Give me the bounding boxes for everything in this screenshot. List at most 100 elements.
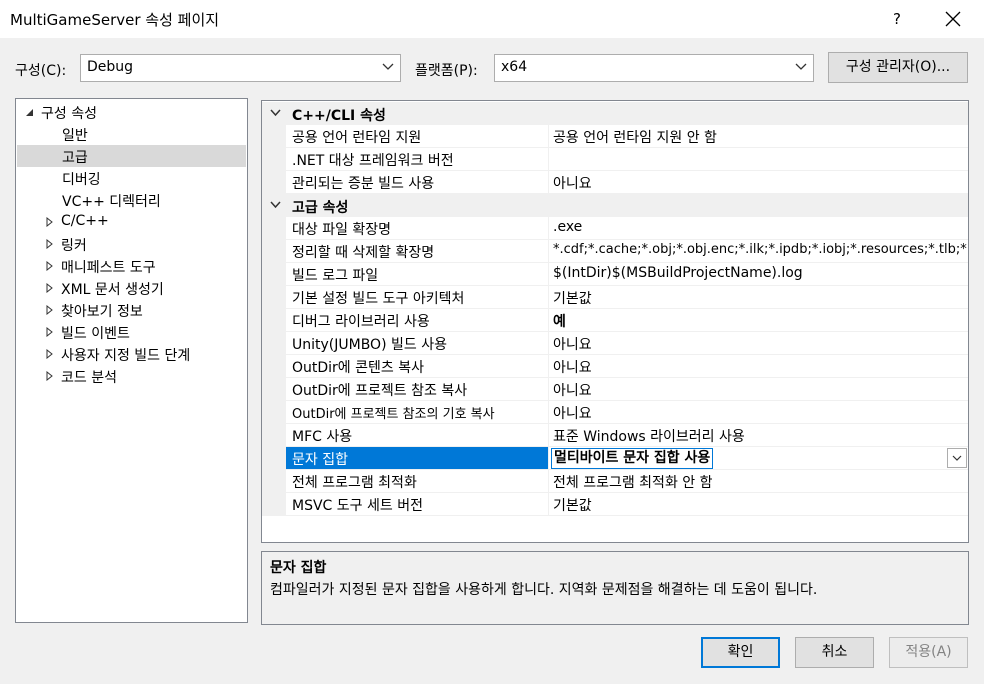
property-name-text: MFC 사용 [292, 429, 353, 445]
property-row[interactable]: 정리할 때 삭제할 확장명 *.cdf;*.cache;*.obj;*.obj.… [262, 240, 968, 263]
property-row[interactable]: 기본 설정 빌드 도구 아키텍처 기본값 [262, 286, 968, 309]
tree-item-general[interactable]: 일반 [17, 123, 246, 145]
property-name-text: 기본 설정 빌드 도구 아키텍처 [292, 291, 465, 307]
property-name-text: 전체 프로그램 최적화 [292, 475, 417, 491]
property-name-text: .NET 대상 프레임워크 버전 [292, 153, 454, 169]
property-name-text: OutDir에 프로젝트 참조 복사 [292, 383, 468, 399]
category-advanced-properties[interactable]: 고급 속성 [262, 194, 968, 217]
property-value[interactable]: *.cdf;*.cache;*.obj;*.obj.enc;*.ilk;*.ip… [549, 240, 968, 263]
tree-item-linker[interactable]: 링커 [17, 233, 246, 255]
property-name: .NET 대상 프레임워크 버전 [286, 148, 549, 171]
property-row[interactable]: 대상 파일 확장명 .exe [262, 217, 968, 240]
chevron-down-icon [382, 63, 394, 70]
property-value[interactable]: 아니요 [549, 171, 968, 194]
platform-select-value: x64 [501, 59, 528, 75]
apply-button[interactable]: 적용(A) [889, 637, 968, 668]
property-value[interactable]: 아니요 [549, 355, 968, 378]
property-name-text: Unity(JUMBO) 빌드 사용 [292, 337, 447, 353]
property-value-text: 아니요 [553, 176, 592, 192]
property-value[interactable]: 전체 프로그램 최적화 안 함 [549, 470, 968, 493]
property-value[interactable]: 표준 Windows 라이브러리 사용 [549, 424, 968, 447]
tree-item-custom-build-step[interactable]: 사용자 지정 빌드 단계 [17, 343, 246, 365]
config-select[interactable]: Debug [80, 54, 401, 82]
property-value-text: 예 [553, 314, 566, 330]
property-name: 대상 파일 확장명 [286, 217, 549, 240]
row-gutter [262, 332, 286, 355]
property-name-text: 빌드 로그 파일 [292, 268, 379, 284]
tree-item-code-analysis[interactable]: 코드 분석 [17, 365, 246, 387]
property-row[interactable]: OutDir에 프로젝트 참조 복사 아니요 [262, 378, 968, 401]
collapsed-triangle-icon [46, 371, 53, 381]
property-value[interactable]: 기본값 [549, 286, 968, 309]
property-row[interactable]: .NET 대상 프레임워크 버전 [262, 148, 968, 171]
property-row[interactable]: 공용 언어 런타임 지원 공용 언어 런타임 지원 안 함 [262, 125, 968, 148]
property-name-text: 대상 파일 확장명 [292, 222, 392, 238]
tree-item-label: VC++ 디렉터리 [62, 194, 161, 210]
property-value-text: 기본값 [553, 498, 592, 514]
property-value[interactable]: 아니요 [549, 378, 968, 401]
property-name: OutDir에 프로젝트 참조 복사 [286, 378, 549, 401]
tree-item-xml-doc-generator[interactable]: XML 문서 생성기 [17, 277, 246, 299]
property-row[interactable]: MFC 사용 표준 Windows 라이브러리 사용 [262, 424, 968, 447]
close-button[interactable] [938, 4, 968, 34]
property-row[interactable]: 전체 프로그램 최적화 전체 프로그램 최적화 안 함 [262, 470, 968, 493]
property-row[interactable]: OutDir에 프로젝트 참조의 기호 복사 아니요 [262, 401, 968, 424]
property-value[interactable]: .exe [549, 217, 968, 240]
tree-item-manifest-tool[interactable]: 매니페스트 도구 [17, 255, 246, 277]
category-cpp-cli[interactable]: C++/CLI 속성 [262, 102, 968, 125]
property-row[interactable]: 관리되는 증분 빌드 사용 아니요 [262, 171, 968, 194]
row-gutter [262, 171, 286, 194]
property-tree: 구성 속성 일반 고급 디버깅 VC++ 디렉터리 C/C++ 링커 매니페스트… [15, 98, 248, 623]
property-value-editor[interactable]: 멀티바이트 문자 집합 사용 [551, 448, 714, 469]
property-name-text: 관리되는 증분 빌드 사용 [292, 176, 435, 192]
cancel-button[interactable]: 취소 [795, 637, 874, 668]
collapsed-triangle-icon [46, 217, 53, 227]
tree-item-vc-directories[interactable]: VC++ 디렉터리 [17, 189, 246, 211]
property-value[interactable] [549, 148, 968, 171]
tree-item-advanced[interactable]: 고급 [17, 145, 246, 167]
tree-item-label: 코드 분석 [61, 370, 117, 386]
property-row[interactable]: MSVC 도구 세트 버전 기본값 [262, 493, 968, 516]
platform-select[interactable]: x64 [494, 54, 814, 82]
property-name: 전체 프로그램 최적화 [286, 470, 549, 493]
chevron-down-icon [270, 201, 281, 209]
property-name: 공용 언어 런타임 지원 [286, 125, 549, 148]
property-name: MSVC 도구 세트 버전 [286, 493, 549, 516]
tree-item-browse-info[interactable]: 찾아보기 정보 [17, 299, 246, 321]
tree-item-label: 사용자 지정 빌드 단계 [61, 348, 191, 364]
property-value[interactable]: 아니요 [549, 401, 968, 424]
ok-button[interactable]: 확인 [701, 637, 780, 668]
property-grid: C++/CLI 속성 공용 언어 런타임 지원 공용 언어 런타임 지원 안 함… [261, 100, 969, 543]
tree-item-build-events[interactable]: 빌드 이벤트 [17, 321, 246, 343]
property-value[interactable]: 멀티바이트 문자 집합 사용 [549, 447, 968, 470]
row-gutter [262, 470, 286, 493]
property-value[interactable]: 예 [549, 309, 968, 332]
help-button[interactable]: ? [882, 4, 912, 34]
row-gutter [262, 240, 286, 263]
description-title: 문자 집합 [270, 560, 327, 576]
collapsed-triangle-icon [46, 349, 53, 359]
tree-item-c-cpp[interactable]: C/C++ [17, 211, 246, 233]
property-value[interactable]: 공용 언어 런타임 지원 안 함 [549, 125, 968, 148]
row-gutter [262, 447, 286, 470]
property-value[interactable]: 아니요 [549, 332, 968, 355]
property-row-selected[interactable]: 문자 집합 멀티바이트 문자 집합 사용 [262, 447, 968, 470]
tree-item-label: 일반 [62, 128, 88, 144]
property-value[interactable]: 기본값 [549, 493, 968, 516]
platform-label: 플랫폼(P): [415, 63, 478, 79]
property-name: Unity(JUMBO) 빌드 사용 [286, 332, 549, 355]
tree-item-debugging[interactable]: 디버깅 [17, 167, 246, 189]
property-row[interactable]: OutDir에 콘텐츠 복사 아니요 [262, 355, 968, 378]
value-dropdown-button[interactable] [947, 448, 967, 468]
tree-item-label: 구성 속성 [41, 106, 97, 122]
property-value[interactable]: $(IntDir)$(MSBuildProjectName).log [549, 263, 968, 286]
property-value-text: 전체 프로그램 최적화 안 함 [553, 475, 713, 491]
property-name: 문자 집합 [286, 447, 549, 470]
property-name-text: 공용 언어 런타임 지원 [292, 130, 422, 146]
row-gutter [262, 401, 286, 424]
property-row[interactable]: 빌드 로그 파일 $(IntDir)$(MSBuildProjectName).… [262, 263, 968, 286]
tree-item-config-properties[interactable]: 구성 속성 [17, 101, 246, 123]
property-row[interactable]: Unity(JUMBO) 빌드 사용 아니요 [262, 332, 968, 355]
config-manager-button[interactable]: 구성 관리자(O)... [828, 52, 968, 83]
property-row[interactable]: 디버그 라이브러리 사용 예 [262, 309, 968, 332]
